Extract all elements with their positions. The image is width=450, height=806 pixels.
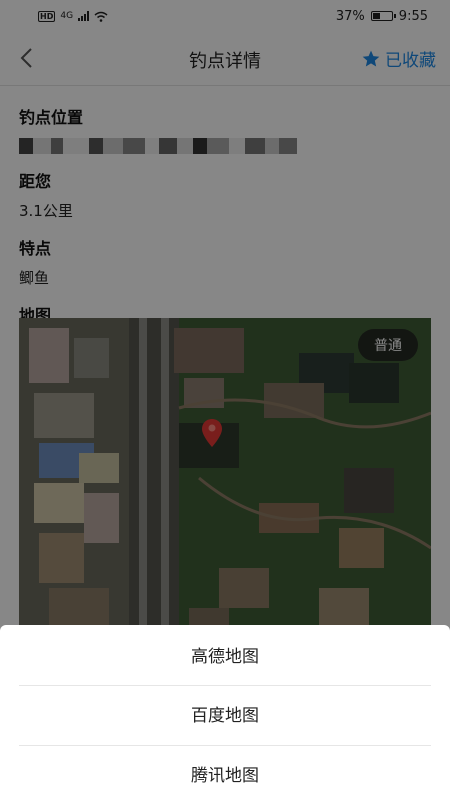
action-gaode-map[interactable]: 高德地图	[19, 627, 431, 687]
map-app-action-sheet: 高德地图 百度地图 腾讯地图	[0, 625, 450, 800]
action-baidu-map[interactable]: 百度地图	[19, 686, 431, 746]
action-tencent-map[interactable]: 腾讯地图	[19, 746, 431, 806]
